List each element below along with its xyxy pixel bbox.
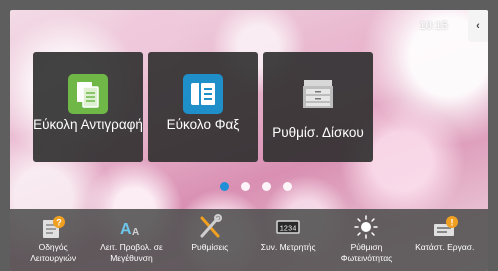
svg-text:?: ?	[56, 218, 62, 228]
operation-guide-button[interactable]: ? Οδηγός Λειτουργιών	[20, 209, 86, 271]
page-dot[interactable]	[220, 182, 229, 191]
total-count-icon: 1234	[274, 214, 302, 240]
device-frame: 10:15 ‹ Εύκολη Αντιγραφή Εύκολο Φαξ Ρυθμ…	[0, 0, 498, 271]
svg-text:A: A	[132, 227, 139, 238]
tile-tray-settings[interactable]: Ρυθμίσ. Δίσκου	[263, 52, 373, 162]
copy-icon	[68, 74, 108, 114]
tile-label: Εύκολο Φαξ	[166, 117, 240, 132]
page-dot[interactable]	[241, 182, 250, 191]
tile-easy-copy[interactable]: Εύκολη Αντιγραφή	[33, 52, 143, 162]
total-count-button[interactable]: 1234 Συν. Μετρητής	[255, 209, 321, 271]
page-dot[interactable]	[262, 182, 271, 191]
total-count-label: Συν. Μετρητής	[260, 242, 316, 252]
settings-label: Ρυθμίσεις	[191, 242, 229, 252]
svg-text:!: !	[450, 218, 453, 228]
job-status-button[interactable]: ! Κατάστ. Εργασ.	[412, 209, 478, 271]
enlarge-display-icon: A A	[117, 214, 145, 240]
bottom-shortcut-bar: ? Οδηγός Λειτουργιών A A Λειτ. Προβολ. σ…	[10, 209, 488, 271]
job-status-icon: !	[431, 214, 459, 240]
brightness-icon	[352, 214, 380, 240]
job-status-label: Κατάστ. Εργασ.	[415, 242, 475, 252]
page-dot[interactable]	[283, 182, 292, 191]
settings-tools-icon	[196, 214, 224, 240]
operation-guide-icon: ?	[39, 214, 67, 240]
tile-easy-fax[interactable]: Εύκολο Φαξ	[148, 52, 258, 162]
tile-label: Εύκολη Αντιγραφή	[33, 117, 143, 132]
page-indicator	[220, 182, 292, 191]
tray-settings-icon	[298, 74, 338, 114]
fax-icon	[183, 74, 223, 114]
status-clock: 10:15	[419, 20, 448, 32]
enlarge-display-label: Λειτ. Προβολ. σε Μεγέθυνση	[100, 242, 163, 263]
brightness-label: Ρύθμιση Φωτεινότητας	[340, 242, 393, 263]
svg-text:1234: 1234	[280, 226, 297, 234]
enlarge-display-button[interactable]: A A Λειτ. Προβολ. σε Μεγέθυνση	[98, 209, 164, 271]
chevron-left-icon: ‹	[476, 20, 480, 32]
svg-text:A: A	[120, 221, 132, 238]
settings-button[interactable]: Ρυθμίσεις	[177, 209, 243, 271]
side-panel-tab[interactable]: ‹	[468, 10, 488, 42]
tile-label: Ρυθμίσ. Δίσκου	[272, 125, 364, 140]
home-screen: 10:15 ‹ Εύκολη Αντιγραφή Εύκολο Φαξ Ρυθμ…	[10, 10, 488, 271]
operation-guide-label: Οδηγός Λειτουργιών	[30, 242, 77, 263]
brightness-button[interactable]: Ρύθμιση Φωτεινότητας	[333, 209, 399, 271]
